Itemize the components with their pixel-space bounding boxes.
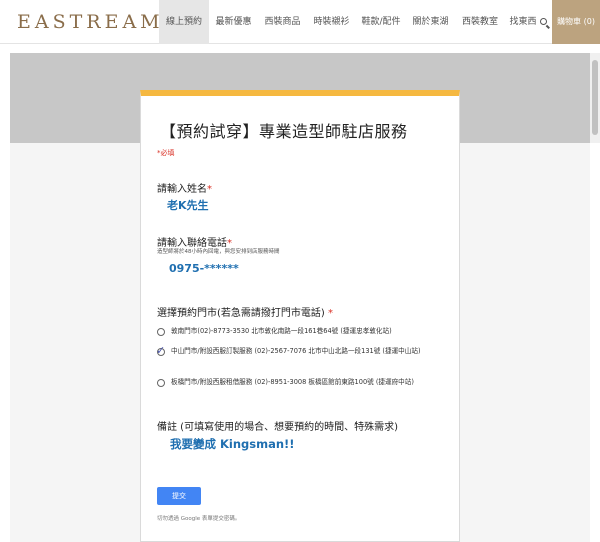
search-label: 找東西 [509, 17, 537, 27]
search-icon [539, 18, 547, 25]
scrollbar-thumb[interactable] [592, 60, 598, 135]
form-title: 【預約試穿】專業造型師駐店服務 [160, 122, 408, 141]
nav-item-classroom[interactable]: 西裝教室 [455, 0, 505, 44]
store-question-label: 選擇預約門市(若急需請撥打門市電話) * [157, 308, 333, 319]
phone-answer[interactable]: 0975-****** [169, 262, 239, 275]
password-warning: 切勿透過 Google 表單提交密碼。 [157, 516, 241, 522]
radio-icon[interactable] [157, 328, 165, 336]
nav-item-booking[interactable]: 線上預約 [159, 0, 209, 44]
radio-icon[interactable] [157, 379, 165, 387]
notes-answer[interactable]: 我要變成 Kingsman!! [170, 436, 295, 452]
brand-logo[interactable]: EASTREAM [17, 11, 164, 33]
nav-item-promotions[interactable]: 最新優惠 [209, 0, 258, 44]
form-card: 【預約試穿】專業造型師駐店服務 *必填 請輸入姓名* 老K先生 請輸入聯絡電話*… [140, 90, 460, 542]
submit-button[interactable]: 提交 [157, 487, 201, 505]
nav-item-shoes[interactable]: 鞋款/配件 [356, 0, 406, 44]
name-question-label: 請輸入姓名* [157, 184, 212, 195]
nav-item-suits[interactable]: 西裝商品 [258, 0, 307, 44]
notes-question-label: 備註 (可填寫使用的場合、想要預約的時間、特殊需求) [157, 422, 398, 433]
nav-item-shirts[interactable]: 時裝襯衫 [307, 0, 356, 44]
top-nav: EASTREAM 線上預約 最新優惠 西裝商品 時裝襯衫 鞋款/配件 關於東湖 … [0, 0, 600, 44]
required-note: *必填 [157, 149, 175, 157]
cart-button[interactable]: 購物車 (0) [552, 0, 600, 44]
search-button[interactable]: 找東西 [505, 0, 551, 44]
phone-help-text: 造型師將於48小時內回電，與您安排到店服務時間 [157, 249, 280, 255]
store-option-label: 板橋門市/附設西服租借服務 (02)-8951-3008 板橋區館前東路100號… [171, 378, 414, 386]
store-option-label: 中山門市/附設西服訂製服務 (02)-2567-7076 北市中山北路一段131… [171, 347, 421, 355]
check-mark-icon: ✓ [156, 344, 166, 357]
nav-item-about[interactable]: 關於東湖 [406, 0, 455, 44]
name-answer[interactable]: 老K先生 [167, 197, 209, 213]
store-option-label: 敦南門市(02)-8773-3530 北市敦化南路一段161巷64號 (捷運忠孝… [171, 327, 392, 335]
